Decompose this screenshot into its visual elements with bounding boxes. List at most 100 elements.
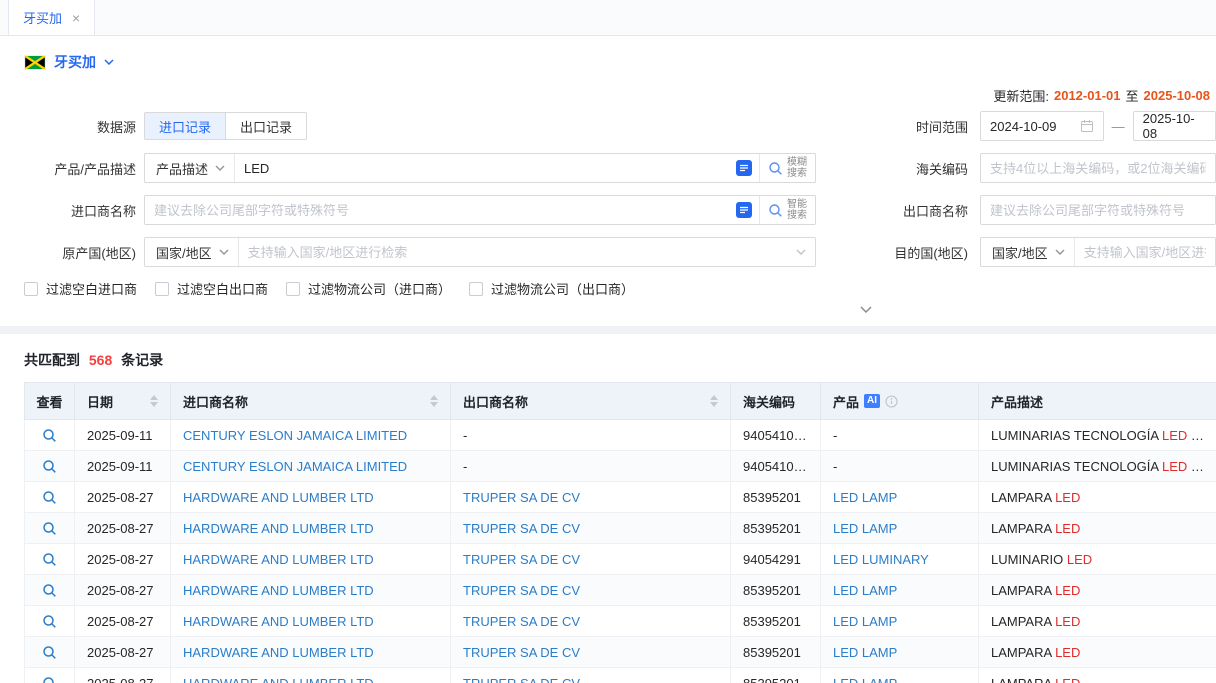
column-header-importer[interactable]: 进口商名称 xyxy=(171,383,451,420)
description-cell: LAMPARA LED xyxy=(979,482,1216,513)
view-record-button[interactable] xyxy=(25,544,75,575)
exporter-link[interactable]: TRUPER SA DE CV xyxy=(451,482,731,513)
data-source-label: 数据源 xyxy=(24,117,136,136)
start-date-input[interactable]: 2024-10-09 xyxy=(980,111,1104,141)
filter-checkbox[interactable]: 过滤物流公司（进口商） xyxy=(286,279,451,298)
view-record-button[interactable] xyxy=(25,420,75,451)
product-link[interactable]: LED LAMP xyxy=(821,637,979,668)
product-link[interactable]: LED LAMP xyxy=(821,482,979,513)
hs-code-input[interactable] xyxy=(981,154,1215,182)
product-link[interactable]: LED LUMINARY xyxy=(821,544,979,575)
view-record-button[interactable] xyxy=(25,451,75,482)
origin-country-select[interactable]: 国家/地区 xyxy=(145,238,239,266)
column-header-view: 查看 xyxy=(25,383,75,420)
import-records-tab[interactable]: 进口记录 xyxy=(145,113,225,139)
importer-link[interactable]: HARDWARE AND LUMBER LTD xyxy=(171,513,451,544)
collapse-row xyxy=(24,304,1216,320)
view-record-button[interactable] xyxy=(25,575,75,606)
exporter-input-group xyxy=(980,195,1216,225)
importer-name-input[interactable] xyxy=(145,196,729,224)
product-link[interactable]: LED LAMP xyxy=(821,513,979,544)
tab-jamaica[interactable]: 牙买加 × xyxy=(8,0,95,35)
export-records-tab[interactable]: 出口记录 xyxy=(225,113,306,139)
exporter-name-input[interactable] xyxy=(981,196,1215,224)
view-record-button[interactable] xyxy=(25,482,75,513)
batch-search-icon[interactable] xyxy=(736,160,752,176)
exporter-link[interactable]: TRUPER SA DE CV xyxy=(451,606,731,637)
collapse-filters-button[interactable] xyxy=(860,306,872,313)
filter-checkbox[interactable]: 过滤空白出口商 xyxy=(155,279,268,298)
table-row: 2025-08-27 HARDWARE AND LUMBER LTD TRUPE… xyxy=(25,513,1216,544)
view-record-button[interactable] xyxy=(25,606,75,637)
sort-icon[interactable] xyxy=(150,395,158,407)
hs-code-cell: 9405410000 xyxy=(731,451,821,482)
checkbox-box[interactable] xyxy=(155,282,169,296)
product-link[interactable]: LED LAMP xyxy=(821,668,979,683)
date-cell: 2025-08-27 xyxy=(75,544,171,575)
hs-code-label: 海关编码 xyxy=(816,159,968,178)
results-table-body: 2025-09-11 CENTURY ESLON JAMAICA LIMITED… xyxy=(25,420,1216,683)
hs-code-cell: 9405410000 xyxy=(731,420,821,451)
hs-code-cell: 94054291 xyxy=(731,544,821,575)
calendar-icon xyxy=(1080,119,1094,133)
importer-link[interactable]: HARDWARE AND LUMBER LTD xyxy=(171,606,451,637)
date-cell: 2025-08-27 xyxy=(75,575,171,606)
destination-country-select[interactable]: 国家/地区 xyxy=(981,238,1075,266)
exporter-link[interactable]: TRUPER SA DE CV xyxy=(451,513,731,544)
start-date-value: 2024-10-09 xyxy=(990,119,1057,134)
filter-checkbox[interactable]: 过滤物流公司（出口商） xyxy=(469,279,634,298)
importer-link[interactable]: CENTURY ESLON JAMAICA LIMITED xyxy=(171,451,451,482)
end-date-input[interactable]: 2025-10-08 xyxy=(1133,111,1216,141)
view-record-button[interactable] xyxy=(25,637,75,668)
smart-search-button[interactable]: 智能 搜索 xyxy=(759,196,815,224)
importer-link[interactable]: CENTURY ESLON JAMAICA LIMITED xyxy=(171,420,451,451)
hs-code-cell: 85395201 xyxy=(731,668,821,683)
column-header-date[interactable]: 日期 xyxy=(75,383,171,420)
batch-search-icon[interactable] xyxy=(736,202,752,218)
update-range-to: 至 xyxy=(1125,86,1138,105)
date-cell: 2025-09-11 xyxy=(75,420,171,451)
product-link[interactable]: LED LAMP xyxy=(821,606,979,637)
view-record-icon xyxy=(42,552,57,567)
product-field-select-value: 产品描述 xyxy=(156,159,208,178)
filter-checkbox[interactable]: 过滤空白进口商 xyxy=(24,279,137,298)
importer-link[interactable]: HARDWARE AND LUMBER LTD xyxy=(171,544,451,575)
column-header-exporter[interactable]: 出口商名称 xyxy=(451,383,731,420)
info-icon[interactable] xyxy=(885,395,898,408)
exporter-link[interactable]: TRUPER SA DE CV xyxy=(451,544,731,575)
checkbox-box[interactable] xyxy=(469,282,483,296)
view-record-icon xyxy=(42,614,57,629)
checkbox-box[interactable] xyxy=(286,282,300,296)
view-record-icon xyxy=(42,428,57,443)
product-link[interactable]: LED LAMP xyxy=(821,575,979,606)
close-icon[interactable]: × xyxy=(72,11,80,25)
product-link: - xyxy=(821,420,979,451)
description-cell: LAMPARA LED xyxy=(979,513,1216,544)
sort-icon[interactable] xyxy=(710,395,718,407)
country-selector[interactable]: 牙买加 xyxy=(24,52,1216,72)
importer-link[interactable]: HARDWARE AND LUMBER LTD xyxy=(171,668,451,683)
filter-row-3: 进口商名称 智能 搜索 出口商名称 xyxy=(24,195,1216,225)
product-field-select[interactable]: 产品描述 xyxy=(145,154,235,182)
destination-country-input[interactable] xyxy=(1075,238,1215,266)
importer-link[interactable]: HARDWARE AND LUMBER LTD xyxy=(171,637,451,668)
exporter-link[interactable]: TRUPER SA DE CV xyxy=(451,637,731,668)
product-search-input[interactable] xyxy=(235,154,729,182)
origin-country-select-value: 国家/地区 xyxy=(156,243,212,262)
importer-link[interactable]: HARDWARE AND LUMBER LTD xyxy=(171,575,451,606)
column-header-description: 产品描述 xyxy=(979,383,1216,420)
table-row: 2025-08-27 HARDWARE AND LUMBER LTD TRUPE… xyxy=(25,575,1216,606)
view-record-button[interactable] xyxy=(25,513,75,544)
exporter-link[interactable]: TRUPER SA DE CV xyxy=(451,575,731,606)
sort-icon[interactable] xyxy=(430,395,438,407)
column-header-hs-code: 海关编码 xyxy=(731,383,821,420)
origin-country-input[interactable] xyxy=(239,238,796,266)
exporter-link[interactable]: TRUPER SA DE CV xyxy=(451,668,731,683)
date-cell: 2025-09-11 xyxy=(75,451,171,482)
view-record-button[interactable] xyxy=(25,668,75,683)
hs-code-input-group xyxy=(980,153,1216,183)
checkbox-box[interactable] xyxy=(24,282,38,296)
importer-link[interactable]: HARDWARE AND LUMBER LTD xyxy=(171,482,451,513)
view-record-icon xyxy=(42,459,57,474)
fuzzy-search-button[interactable]: 模糊 搜索 xyxy=(759,154,815,182)
